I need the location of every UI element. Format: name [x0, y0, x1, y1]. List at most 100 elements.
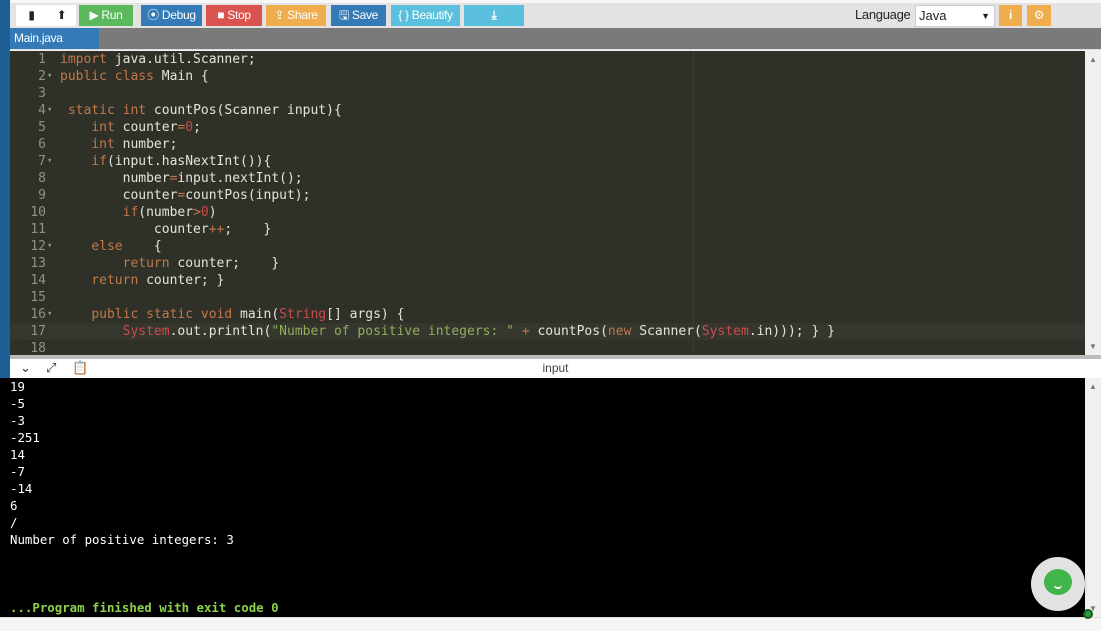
- code-token: counter; }: [169, 256, 280, 271]
- tab-main-java[interactable]: Main.java: [10, 28, 99, 49]
- line-number: 4: [38, 103, 46, 118]
- code-token: number;: [114, 137, 178, 152]
- code-line[interactable]: 6 int number;: [10, 136, 1085, 153]
- code-line[interactable]: 5 int counter=0;: [10, 119, 1085, 136]
- code-line[interactable]: 11 counter++; }: [10, 221, 1085, 238]
- file-icon: ▮: [28, 8, 35, 22]
- code-token: import: [60, 52, 107, 67]
- gear-icon: ⚙: [1033, 8, 1045, 22]
- code-token: "Number of positive integers: ": [271, 324, 514, 339]
- code-line[interactable]: 10 if(number>0): [10, 204, 1085, 221]
- code-token: .in))); } }: [748, 324, 835, 339]
- code-token: 0: [185, 120, 194, 135]
- code-token: if: [91, 154, 107, 169]
- code-token: (input.hasNextInt()){: [106, 154, 272, 169]
- code-token: Main {: [153, 69, 209, 84]
- debug-button[interactable]: ⦿ Debug: [141, 5, 202, 26]
- code-text: number=input.nextInt();: [60, 170, 303, 187]
- stop-button[interactable]: ■ Stop: [206, 5, 262, 26]
- line-number: 14: [30, 273, 46, 288]
- console-line: 14: [10, 447, 25, 462]
- code-line[interactable]: 13 return counter; }: [10, 255, 1085, 272]
- code-line[interactable]: 17 System.out.println("Number of positiv…: [10, 323, 1085, 340]
- code-text: import java.util.Scanner;: [60, 51, 256, 68]
- share-button[interactable]: ⇪ Share: [266, 5, 326, 26]
- console-scrollbar[interactable]: ▲ ▼: [1085, 378, 1101, 617]
- upload-button[interactable]: ⬆: [47, 5, 76, 26]
- code-line[interactable]: 15: [10, 289, 1085, 306]
- code-token: return: [91, 273, 139, 288]
- clipboard-icon[interactable]: 📋: [72, 360, 88, 376]
- console-title: input: [542, 361, 569, 375]
- code-token: if: [122, 205, 139, 220]
- chevron-down-icon[interactable]: ⌄: [20, 360, 31, 376]
- code-token: new: [607, 324, 632, 339]
- save-button[interactable]: 🖫 Save: [331, 5, 386, 26]
- code-token: (number: [138, 205, 194, 220]
- code-token: String: [279, 307, 327, 322]
- code-editor[interactable]: 1 import java.util.Scanner; 2 ▾ public class…: [10, 51, 1085, 355]
- code-line[interactable]: 7 ▾ if(input.hasNextInt()){: [10, 153, 1085, 170]
- fold-toggle-icon[interactable]: ▾: [47, 68, 52, 85]
- code-token: counter: [60, 188, 178, 203]
- code-text: static int countPos(Scanner input){: [60, 102, 342, 119]
- code-line[interactable]: 9 counter=countPos(input);: [10, 187, 1085, 204]
- code-token: >: [193, 205, 201, 220]
- language-label: Language: [855, 7, 911, 22]
- fold-toggle-icon[interactable]: ▾: [47, 306, 52, 323]
- new-file-button[interactable]: ▮: [16, 5, 47, 26]
- fold-toggle-icon[interactable]: ▾: [47, 102, 52, 119]
- code-token: public class: [60, 69, 154, 84]
- language-select[interactable]: Java ▼: [915, 5, 995, 27]
- code-line[interactable]: 1 import java.util.Scanner;: [10, 51, 1085, 68]
- code-token: ;: [193, 120, 201, 135]
- code-token: [] args) {: [326, 307, 405, 322]
- code-line[interactable]: 18: [10, 340, 1085, 355]
- chat-button[interactable]: [1031, 557, 1085, 611]
- code-token: return: [122, 256, 170, 271]
- line-number: 3: [38, 86, 46, 101]
- info-button[interactable]: i: [999, 5, 1022, 26]
- line-number: 11: [30, 222, 46, 237]
- fold-toggle-icon[interactable]: ▾: [47, 238, 52, 255]
- code-text: counter=countPos(input);: [60, 187, 311, 204]
- code-line[interactable]: 8 number=input.nextInt();: [10, 170, 1085, 187]
- code-line[interactable]: 14 return counter; }: [10, 272, 1085, 289]
- editor-scrollbar[interactable]: ▲ ▼: [1085, 51, 1101, 355]
- line-number: 9: [38, 188, 46, 203]
- expand-icon[interactable]: ⤢: [46, 360, 56, 376]
- code-text: if(input.hasNextInt()){: [60, 153, 271, 170]
- code-text: return counter; }: [60, 272, 224, 289]
- beautify-button[interactable]: { } Beautify: [391, 5, 460, 26]
- console-line: /: [10, 515, 18, 530]
- settings-button[interactable]: ⚙: [1027, 5, 1051, 26]
- line-number: 2: [38, 69, 46, 84]
- code-token: counter; }: [138, 273, 225, 288]
- exit-status-line: ...Program finished with exit code 0: [10, 600, 279, 615]
- fold-toggle-icon[interactable]: ▾: [47, 153, 52, 170]
- download-button[interactable]: ⤓: [464, 5, 524, 26]
- code-token: else: [91, 239, 123, 254]
- console-output[interactable]: 19 -5 -3 -251 14 -7 -14 6 / Number of positive in…: [0, 378, 1085, 617]
- code-token: counter: [60, 222, 209, 237]
- console-line: -14: [10, 481, 33, 496]
- run-button[interactable]: ▶ Run: [79, 5, 133, 26]
- toolbar: ▮ ⬆ ▶ Run ⦿ Debug ■ Stop ⇪ Share 🖫 Save …: [10, 0, 1101, 28]
- line-number: 16: [30, 307, 46, 322]
- code-line[interactable]: 12 ▾ else {: [10, 238, 1085, 255]
- code-token: countPos(Scanner input){: [146, 103, 342, 118]
- code-line[interactable]: 16 ▾ public static void main(String[] arg…: [10, 306, 1085, 323]
- code-token: ++: [208, 222, 225, 237]
- code-line[interactable]: 3: [10, 85, 1085, 102]
- code-line[interactable]: 2 ▾ public class Main {: [10, 68, 1085, 85]
- code-text: int counter=0;: [60, 119, 201, 136]
- console-line: Number of positive integers: 3: [10, 532, 234, 547]
- download-icon: ⤓: [491, 8, 497, 22]
- code-line[interactable]: 4 ▾ static int countPos(Scanner input){: [10, 102, 1085, 119]
